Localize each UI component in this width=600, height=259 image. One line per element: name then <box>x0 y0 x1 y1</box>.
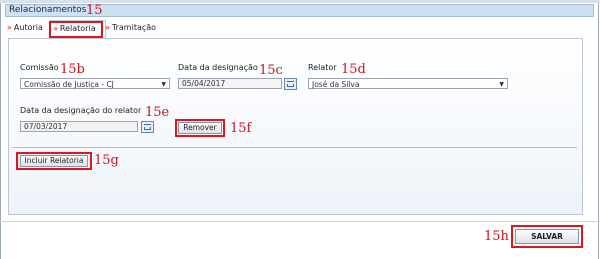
section-divider <box>12 147 577 148</box>
data-designacao-relator-field[interactable]: 07/03/2017 <box>20 121 138 132</box>
calendar-icon[interactable] <box>284 78 297 90</box>
data-designacao-relator-value: 07/03/2017 <box>24 122 68 131</box>
section-title: Relacionamentos <box>9 5 87 15</box>
annotation-15: 15 <box>86 3 103 18</box>
annotation-15c: 15c <box>259 63 283 78</box>
data-designacao-value: 05/04/2017 <box>182 79 226 88</box>
relator-value: José da Silva <box>312 80 360 89</box>
annotation-15b: 15b <box>60 62 85 77</box>
annotation-15d: 15d <box>341 62 366 77</box>
annotation-15g: 15g <box>94 153 119 168</box>
highlight-save <box>511 225 583 248</box>
chevron-down-icon: » <box>7 23 12 32</box>
comissao-value: Comissão de Justiça - CJ <box>24 80 114 89</box>
relator-label: Relator <box>308 63 337 72</box>
relator-select[interactable]: José da Silva ▼ <box>308 78 508 89</box>
tab-tramitacao[interactable]: » Tramitação <box>103 20 167 36</box>
highlight-remover <box>175 119 225 137</box>
tab-label: Tramitação <box>111 23 157 32</box>
comissao-label: Comissão <box>20 63 59 72</box>
annotation-15e: 15e <box>145 105 170 120</box>
chevron-down-icon: » <box>105 23 110 32</box>
tab-label: Autoria <box>13 23 43 32</box>
annotation-15h: 15h <box>484 229 509 244</box>
dropdown-arrow-icon: ▼ <box>499 81 504 88</box>
calendar-icon[interactable] <box>141 121 154 133</box>
comissao-select[interactable]: Comissão de Justiça - CJ ▼ <box>20 78 170 89</box>
highlight-incluir-relatoria <box>16 152 92 170</box>
highlight-tab-relatoria <box>49 21 103 38</box>
data-designacao-field[interactable]: 05/04/2017 <box>178 78 282 89</box>
footer-divider <box>0 221 600 222</box>
data-designacao-relator-label: Data da designação do relator <box>20 106 142 115</box>
annotation-15f: 15f <box>230 121 252 136</box>
data-designacao-label: Data da designação <box>178 63 258 72</box>
tab-autoria[interactable]: » Autoria <box>5 20 51 36</box>
dropdown-arrow-icon: ▼ <box>161 81 166 88</box>
